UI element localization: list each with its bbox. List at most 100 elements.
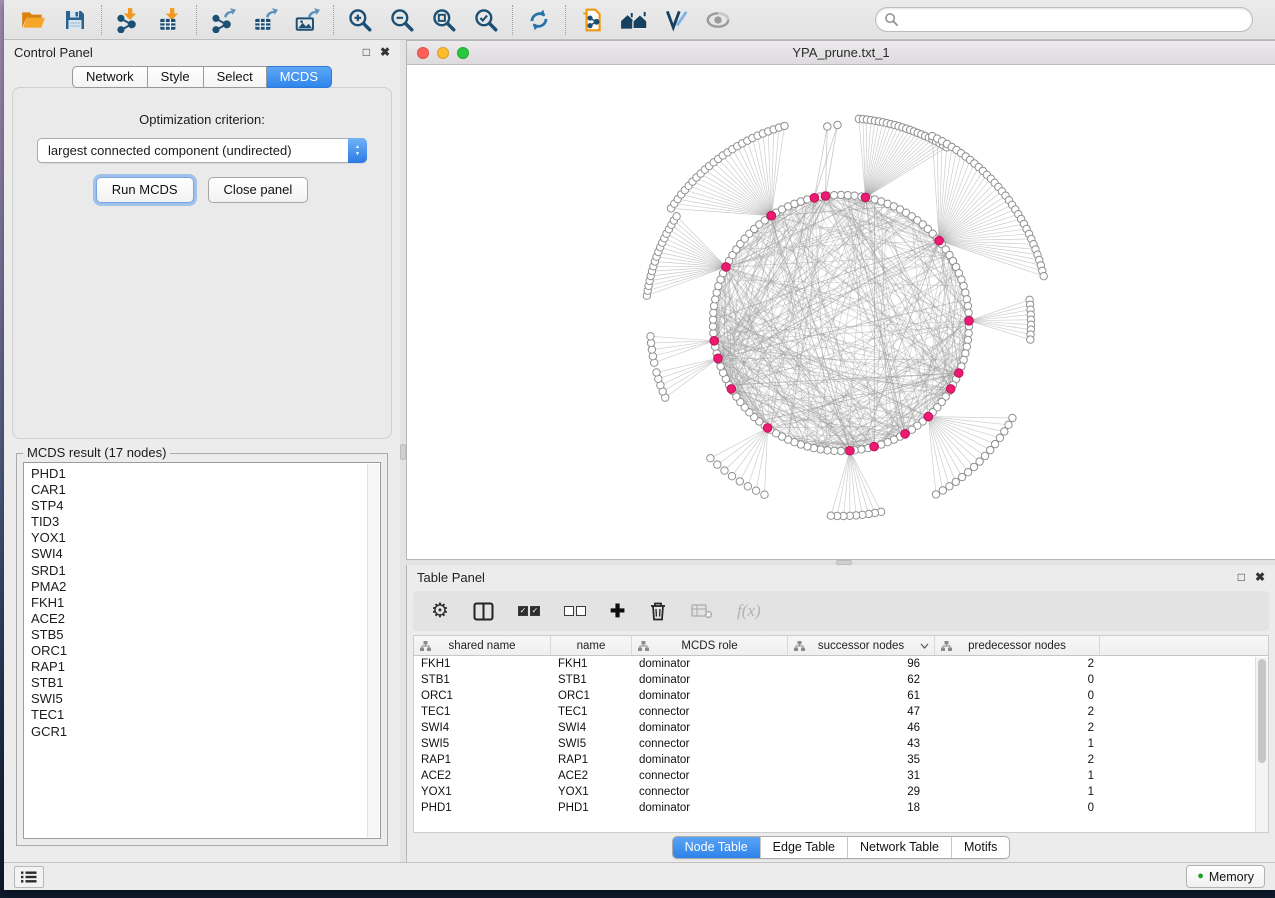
cell-name[interactable]: STB1: [551, 672, 632, 688]
cell-name[interactable]: ACE2: [551, 768, 632, 784]
column-header-shared-name[interactable]: shared name: [414, 636, 551, 655]
cell-mcds-role[interactable]: dominator: [632, 720, 788, 736]
table-row[interactable]: PHD1 PHD1 dominator 18 0: [414, 800, 1268, 816]
close-window-button[interactable]: [417, 47, 429, 59]
cell-shared-name[interactable]: FKH1: [414, 656, 551, 672]
cell-shared-name[interactable]: YOX1: [414, 784, 551, 800]
import-table-button[interactable]: [149, 3, 191, 37]
cell-successor-nodes[interactable]: 96: [788, 656, 935, 672]
zoom-fit-button[interactable]: [423, 3, 465, 37]
cell-shared-name[interactable]: STB1: [414, 672, 551, 688]
cell-name[interactable]: PHD1: [551, 800, 632, 816]
splitter-handle[interactable]: [836, 560, 852, 565]
list-item[interactable]: RAP1: [31, 659, 364, 675]
search-input[interactable]: [899, 13, 1244, 27]
delete-column-button[interactable]: [649, 601, 667, 621]
list-scrollbar[interactable]: [367, 464, 379, 837]
show-columns-button[interactable]: [473, 602, 494, 621]
cell-mcds-role[interactable]: dominator: [632, 688, 788, 704]
list-item[interactable]: SWI5: [31, 691, 364, 707]
cell-shared-name[interactable]: ORC1: [414, 688, 551, 704]
cell-shared-name[interactable]: PHD1: [414, 800, 551, 816]
close-panel-icon[interactable]: ✖: [380, 46, 390, 58]
column-header-successor-nodes[interactable]: successor nodes: [788, 636, 935, 655]
cell-name[interactable]: RAP1: [551, 752, 632, 768]
tab-node-table[interactable]: Node Table: [673, 837, 760, 858]
tab-mcds[interactable]: MCDS: [267, 66, 332, 88]
list-item[interactable]: GCR1: [31, 724, 364, 740]
list-item[interactable]: ORC1: [31, 643, 364, 659]
cell-successor-nodes[interactable]: 29: [788, 784, 935, 800]
export-table-button[interactable]: [244, 3, 286, 37]
cell-mcds-role[interactable]: dominator: [632, 800, 788, 816]
list-item[interactable]: SWI4: [31, 546, 364, 562]
tab-motifs[interactable]: Motifs: [951, 837, 1009, 858]
cell-shared-name[interactable]: SWI4: [414, 720, 551, 736]
save-session-button[interactable]: [54, 3, 96, 37]
table-settings-button[interactable]: ⚙: [431, 601, 449, 621]
vertical-splitter[interactable]: [400, 40, 406, 862]
select-all-button[interactable]: ✓ ✓: [518, 606, 540, 616]
tab-network[interactable]: Network: [72, 66, 148, 88]
tab-style[interactable]: Style: [148, 66, 204, 88]
table-row[interactable]: TEC1 TEC1 connector 47 2: [414, 704, 1268, 720]
cell-name[interactable]: SWI5: [551, 736, 632, 752]
cell-predecessor-nodes[interactable]: 1: [935, 736, 1100, 752]
open-session-button[interactable]: [12, 3, 54, 37]
table-row[interactable]: SWI4 SWI4 dominator 46 2: [414, 720, 1268, 736]
import-network-button[interactable]: [107, 3, 149, 37]
zoom-selected-button[interactable]: [465, 3, 507, 37]
zoom-out-button[interactable]: [381, 3, 423, 37]
list-item[interactable]: CAR1: [31, 482, 364, 498]
welcome-screen-button[interactable]: [613, 3, 655, 37]
table-row[interactable]: RAP1 RAP1 dominator 35 2: [414, 752, 1268, 768]
cell-successor-nodes[interactable]: 18: [788, 800, 935, 816]
graphics-details-button[interactable]: [697, 3, 739, 37]
table-scrollbar[interactable]: [1255, 657, 1268, 832]
task-history-button[interactable]: [14, 866, 44, 888]
float-panel-icon[interactable]: □: [1238, 571, 1245, 583]
cell-successor-nodes[interactable]: 35: [788, 752, 935, 768]
add-column-button[interactable]: ✚: [610, 602, 625, 620]
column-header-predecessor-nodes[interactable]: predecessor nodes: [935, 636, 1100, 655]
export-image-button[interactable]: [286, 3, 328, 37]
table-row[interactable]: ACE2 ACE2 connector 31 1: [414, 768, 1268, 784]
cell-mcds-role[interactable]: dominator: [632, 752, 788, 768]
cell-predecessor-nodes[interactable]: 1: [935, 768, 1100, 784]
list-item[interactable]: TEC1: [31, 707, 364, 723]
run-mcds-button[interactable]: Run MCDS: [96, 177, 194, 203]
list-item[interactable]: SRD1: [31, 563, 364, 579]
apply-layout-button[interactable]: [518, 3, 560, 37]
cell-shared-name[interactable]: TEC1: [414, 704, 551, 720]
cell-predecessor-nodes[interactable]: 2: [935, 704, 1100, 720]
cell-name[interactable]: SWI4: [551, 720, 632, 736]
cell-predecessor-nodes[interactable]: 2: [935, 720, 1100, 736]
float-panel-icon[interactable]: □: [363, 46, 370, 58]
cell-mcds-role[interactable]: dominator: [632, 656, 788, 672]
cell-successor-nodes[interactable]: 62: [788, 672, 935, 688]
table-row[interactable]: FKH1 FKH1 dominator 96 2: [414, 656, 1268, 672]
cell-predecessor-nodes[interactable]: 0: [935, 800, 1100, 816]
cell-shared-name[interactable]: ACE2: [414, 768, 551, 784]
cell-shared-name[interactable]: SWI5: [414, 736, 551, 752]
table-row[interactable]: ORC1 ORC1 dominator 61 0: [414, 688, 1268, 704]
cell-successor-nodes[interactable]: 43: [788, 736, 935, 752]
close-panel-icon[interactable]: ✖: [1255, 571, 1265, 583]
cell-predecessor-nodes[interactable]: 2: [935, 752, 1100, 768]
cell-predecessor-nodes[interactable]: 1: [935, 784, 1100, 800]
list-item[interactable]: STB1: [31, 675, 364, 691]
table-row[interactable]: STB1 STB1 dominator 62 0: [414, 672, 1268, 688]
horizontal-splitter[interactable]: [406, 560, 1275, 565]
tab-edge-table[interactable]: Edge Table: [760, 837, 847, 858]
memory-button[interactable]: ● Memory: [1186, 865, 1265, 888]
cell-predecessor-nodes[interactable]: 0: [935, 672, 1100, 688]
cell-successor-nodes[interactable]: 47: [788, 704, 935, 720]
list-item[interactable]: FKH1: [31, 595, 364, 611]
table-row[interactable]: SWI5 SWI5 connector 43 1: [414, 736, 1268, 752]
tab-select[interactable]: Select: [204, 66, 267, 88]
deselect-all-button[interactable]: [564, 606, 586, 616]
column-header-mcds-role[interactable]: MCDS role: [632, 636, 788, 655]
maximize-window-button[interactable]: [457, 47, 469, 59]
cell-mcds-role[interactable]: connector: [632, 704, 788, 720]
zoom-in-button[interactable]: [339, 3, 381, 37]
